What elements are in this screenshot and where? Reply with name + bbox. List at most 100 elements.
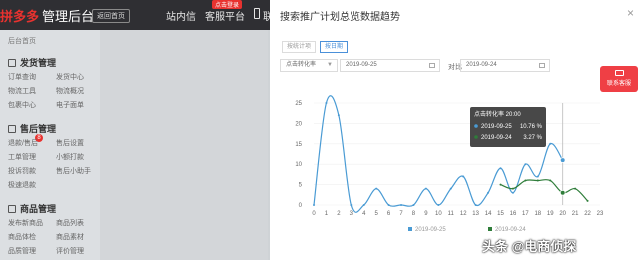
legend-label: 2019-09-25 bbox=[415, 227, 446, 233]
sidebar-item-aftersale-assistant[interactable]: 售后小助手 bbox=[56, 166, 91, 176]
section-aftersale[interactable]: 售后管理 bbox=[8, 122, 56, 135]
sidebar-item-shipping-center[interactable]: 发货中心 bbox=[56, 72, 84, 82]
x-tick-label: 21 bbox=[572, 211, 579, 217]
data-point-0 bbox=[487, 191, 490, 194]
sidebar-item-package-center[interactable]: 包裹中心 bbox=[8, 100, 36, 110]
phone-icon[interactable] bbox=[254, 8, 260, 19]
chevron-down-icon: ▼ bbox=[327, 62, 333, 68]
data-point-0 bbox=[437, 204, 440, 206]
sidebar-item-small-payments[interactable]: 小额打款 bbox=[56, 152, 84, 162]
tooltip-swatch bbox=[474, 135, 478, 139]
legend-swatch bbox=[408, 227, 412, 231]
y-tick-label: 15 bbox=[295, 142, 302, 148]
x-tick-label: 17 bbox=[522, 211, 529, 217]
sidebar-item-refunds[interactable]: 退款/售后 bbox=[8, 138, 38, 148]
sidebar-item-logistics-overview[interactable]: 物流概况 bbox=[56, 86, 84, 96]
nav-customer-service[interactable]: 客服平台 bbox=[205, 8, 245, 23]
section-shipping-title: 发货管理 bbox=[20, 58, 57, 68]
hover-marker bbox=[559, 157, 566, 163]
brand[interactable]: 拼多多 管理后台 bbox=[0, 6, 94, 24]
data-point-0 bbox=[424, 187, 427, 190]
data-point-0 bbox=[350, 204, 353, 206]
x-tick-label: 18 bbox=[534, 211, 541, 217]
close-icon[interactable]: × bbox=[627, 6, 634, 20]
data-point-0 bbox=[536, 175, 539, 178]
date-picker-primary[interactable]: 2019-09-25 bbox=[340, 59, 440, 72]
trend-chart[interactable]: 05101520250 1 2 3 4 5 6 7 8 9 10 11 12 13 14 15 16 17 18 19… bbox=[270, 95, 615, 253]
x-tick-label: 8 bbox=[412, 211, 416, 217]
sidebar-item-product-assets[interactable]: 商品素材 bbox=[56, 232, 84, 242]
legend-label: 2019-09-24 bbox=[495, 227, 526, 233]
sidebar-item-complaint-fines[interactable]: 投诉罚款 bbox=[8, 166, 36, 176]
x-tick-label: 15 bbox=[497, 211, 504, 217]
tooltip-value: 3.27 % bbox=[523, 135, 542, 141]
data-point-0 bbox=[462, 175, 465, 178]
data-point-0 bbox=[449, 187, 452, 190]
back-home-button[interactable]: 返回首页 bbox=[92, 9, 130, 23]
x-tick-label: 9 bbox=[424, 211, 428, 217]
data-point-1 bbox=[536, 179, 539, 182]
x-tick-label: 22 bbox=[584, 211, 591, 217]
sidebar-item-product-check[interactable]: 商品体检 bbox=[8, 232, 36, 242]
watermark: 头条 @电商侦探 bbox=[482, 239, 577, 254]
series-line-1 bbox=[500, 179, 589, 202]
data-point-0 bbox=[400, 204, 403, 206]
data-point-1 bbox=[574, 187, 577, 190]
x-tick-label: 3 bbox=[350, 211, 354, 217]
sidebar: 后台首页 发货管理 订单查询 发货中心 物流工具 物流概况 包裹中心 电子面单 … bbox=[0, 30, 100, 260]
data-point-1 bbox=[586, 199, 589, 202]
data-point-1 bbox=[549, 179, 552, 182]
sidebar-item-e-waybill[interactable]: 电子面单 bbox=[56, 100, 84, 110]
tooltip-value: 10.76 % bbox=[520, 124, 543, 130]
sidebar-item-new-product[interactable]: 发布新商品 bbox=[8, 218, 43, 228]
sidebar-item-express-refund[interactable]: 极速退款 bbox=[8, 180, 36, 190]
product-icon bbox=[8, 204, 16, 213]
section-products[interactable]: 商品管理 bbox=[8, 202, 56, 215]
data-point-0 bbox=[313, 204, 315, 206]
x-tick-label: 12 bbox=[460, 211, 467, 217]
contact-service-label: 联系客服 bbox=[606, 81, 631, 87]
date-picker-compare[interactable]: 2019-09-24 bbox=[460, 59, 550, 72]
x-tick-label: 23 bbox=[597, 211, 604, 217]
metric-select[interactable]: 点击转化率 ▼ bbox=[280, 59, 338, 72]
tooltip-swatch bbox=[474, 124, 478, 128]
tab-by-date[interactable]: 按日期 bbox=[320, 41, 349, 53]
page-background bbox=[100, 30, 268, 260]
data-point-0 bbox=[499, 167, 502, 170]
x-tick-label: 10 bbox=[435, 211, 442, 217]
x-tick-label: 0 bbox=[312, 211, 316, 217]
modal-title: 搜索推广计划总览数据趋势 bbox=[280, 12, 400, 23]
x-tick-label: 11 bbox=[448, 211, 455, 217]
brand-logo: 拼多多 bbox=[0, 8, 40, 24]
legend-swatch bbox=[488, 227, 492, 231]
data-point-1 bbox=[524, 179, 527, 182]
calendar-icon bbox=[539, 63, 545, 68]
y-tick-label: 25 bbox=[295, 101, 302, 107]
section-shipping[interactable]: 发货管理 bbox=[8, 56, 56, 69]
tooltip-date: 2019-09-24 bbox=[481, 135, 512, 141]
x-tick-label: 13 bbox=[472, 211, 479, 217]
contact-service-button[interactable]: 联系客服 bbox=[600, 66, 638, 92]
x-tick-label: 16 bbox=[510, 211, 517, 217]
y-tick-label: 20 bbox=[295, 121, 302, 127]
sidebar-item-order-query[interactable]: 订单查询 bbox=[8, 72, 36, 82]
hover-marker bbox=[559, 189, 566, 196]
x-tick-label: 6 bbox=[387, 211, 391, 217]
sidebar-item-reviews[interactable]: 评价管理 bbox=[56, 246, 84, 256]
sidebar-item-product-list[interactable]: 商品列表 bbox=[56, 218, 84, 228]
data-point-0 bbox=[362, 204, 365, 206]
nav-inbox[interactable]: 站内信 bbox=[166, 8, 196, 23]
sidebar-item-logistics-tools[interactable]: 物流工具 bbox=[8, 86, 36, 96]
tab-by-metric[interactable]: 按统计项 bbox=[282, 41, 317, 53]
sidebar-item-quality[interactable]: 品质管理 bbox=[8, 246, 36, 256]
tooltip-date: 2019-09-25 bbox=[481, 124, 512, 130]
sidebar-item-ticket-management[interactable]: 工单管理 bbox=[8, 152, 36, 162]
data-point-0 bbox=[549, 142, 552, 145]
x-tick-label: 4 bbox=[362, 211, 366, 217]
sidebar-item-aftersale-settings[interactable]: 售后设置 bbox=[56, 138, 84, 148]
x-tick-label: 20 bbox=[559, 211, 566, 217]
x-tick-label: 1 bbox=[325, 211, 329, 217]
metric-select-value: 点击转化率 bbox=[286, 62, 317, 68]
data-point-0 bbox=[375, 187, 378, 190]
breadcrumb[interactable]: 后台首页 bbox=[8, 36, 36, 46]
